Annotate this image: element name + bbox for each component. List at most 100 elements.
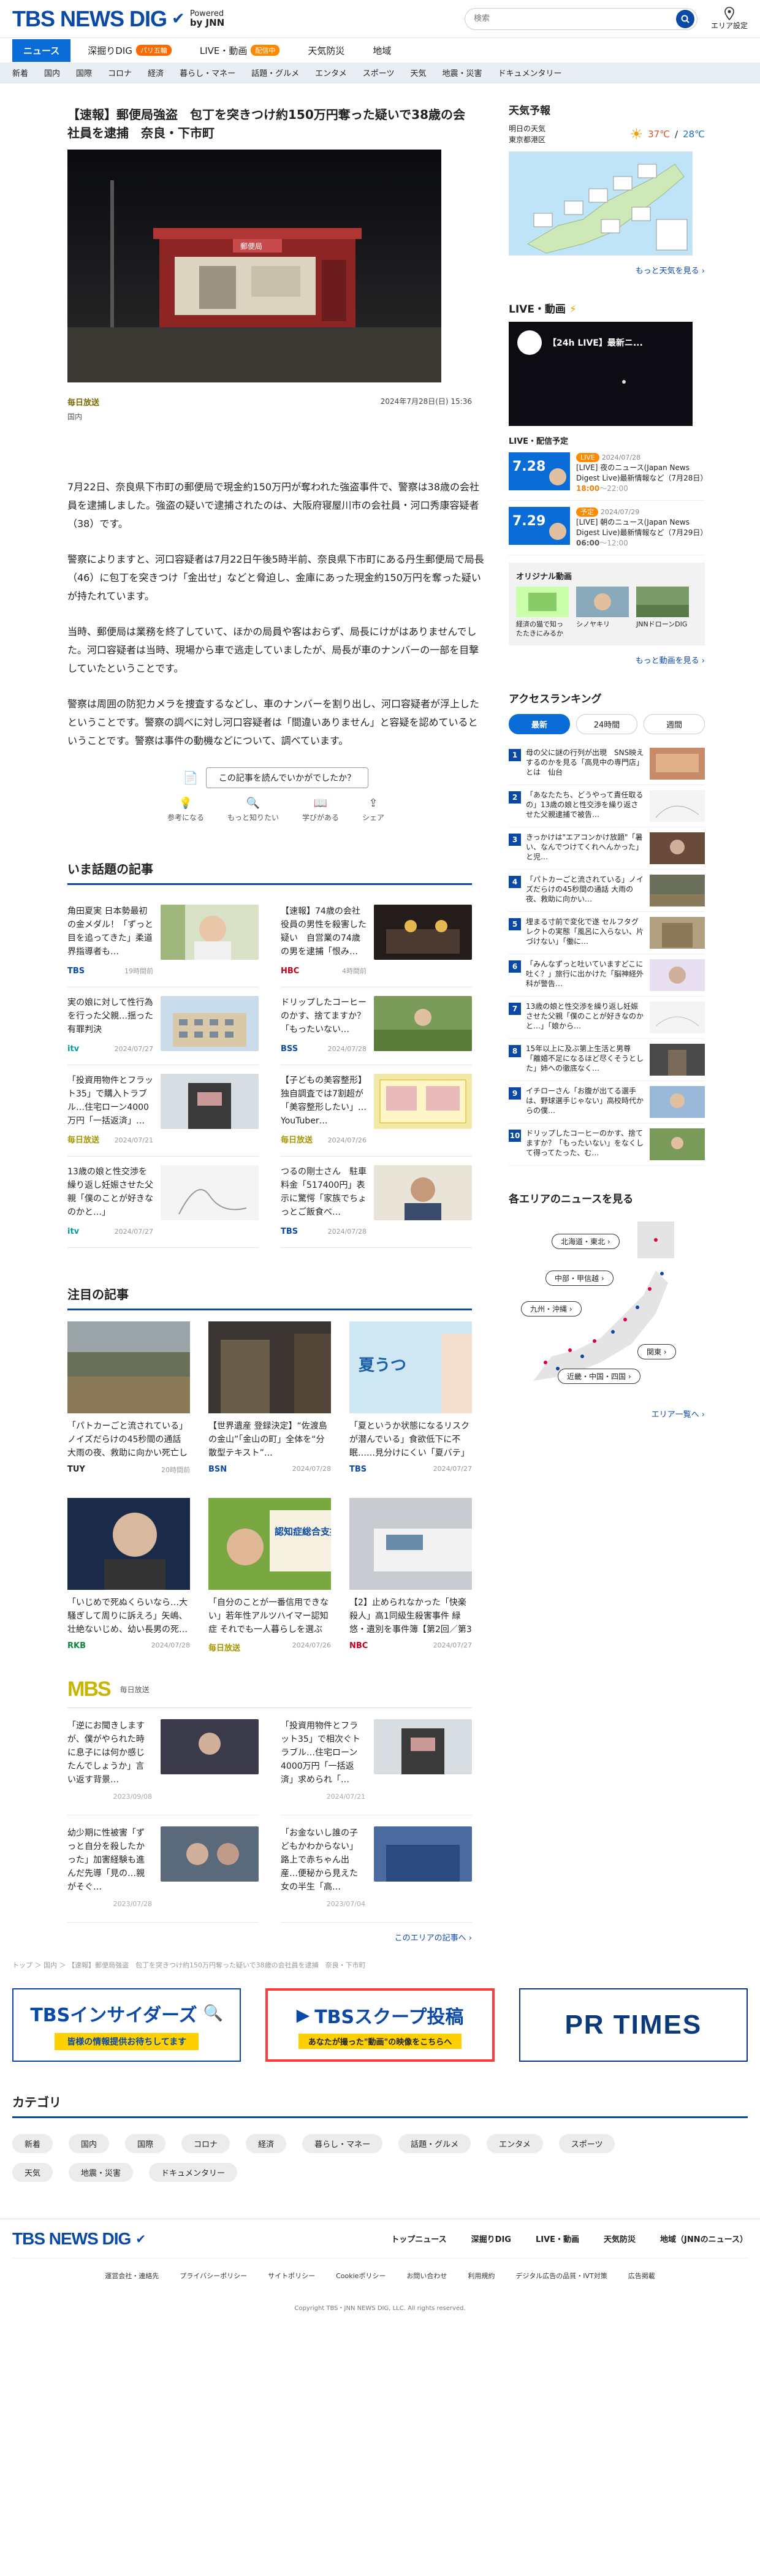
cat-link[interactable]: 経済 [148,67,164,78]
cat-link[interactable]: スポーツ [363,67,395,78]
topic-item[interactable]: つるの剛士さん 駐車料金「517400円」表示に驚愕「家族でちょっとご飯食べ… T… [281,1157,472,1248]
original-item[interactable]: 経済の猫で知ったたきにみるか [516,587,569,638]
weather-location[interactable]: 東京都港区 [509,134,545,145]
ranking-item[interactable]: 6 「みんなずっと吐いていますどこに吐く？」旅行に出かけた「脳神経外科が警告… [509,954,705,997]
footer-link[interactable]: Cookieポリシー [336,2271,386,2281]
cat-link[interactable]: 国内 [44,67,60,78]
cat-link[interactable]: ドキュメンタリー [498,67,562,78]
prtimes-banner[interactable]: PR TIMES [519,1988,748,2062]
featured-item[interactable]: 夏うつ 「夏というか状態になるリスクが潜んでいる」食欲低下に不眠……見分けにくい… [349,1321,472,1475]
ranking-item[interactable]: 5 埋まる寸前で変化で遂 セルフタグレクトの実態「風呂に入らない、片づけない」「働… [509,912,705,954]
topic-item[interactable]: 【速報】74歳の会社役員の男性を殺害した疑い 自営業の74歳の男を逮捕「恨み… H… [281,896,472,987]
mbs-item[interactable]: 「投資用物件とフラット35」で相次ぐトラブル…住宅ローン4000万円「一括返済」… [281,1708,472,1815]
featured-item[interactable]: 【世界遺産 登録決定】“佐渡島の金山”「金山の町」全体を“分散型テキスト”… B… [208,1321,331,1475]
live-program[interactable]: 7.28 LIVE 2024/07/28 [LIVE] 夜のニュース(Japan … [509,446,707,501]
category-pill[interactable]: スポーツ [558,2134,615,2153]
ranking-item[interactable]: 10 ドリップしたコーヒーのかす、捨てますか？「もったいない」をなくして得ってたっ… [509,1123,705,1166]
category-pill[interactable]: 国際 [125,2134,166,2153]
topic-item[interactable]: 【子どもの美容整形】独自調査では7割超が「美容整形したい」…YouTuber… 毎… [281,1065,472,1157]
live-more-link[interactable]: もっと動画を見る › [509,654,705,666]
cat-link[interactable]: 新着 [12,67,28,78]
mbs-item[interactable]: 「逆にお聞きしますが、僕がやられた時に息子には何か感じたんでしょうか」言い返す背… [67,1708,259,1815]
category-pill[interactable]: 経済 [246,2134,287,2153]
insiders-banner[interactable]: TBSインサイダーズ 🔍 皆様の情報提供お待ちしてます [12,1988,241,2062]
live-player[interactable]: 【24h LIVE】最新ニ... [509,322,693,426]
ranking-item[interactable]: 3 きっかけは"エアコンかけ放題"「暑い、なんでつけてくれへんかった」と児… [509,827,705,870]
footer-nav-link[interactable]: 天気防災 [604,2233,636,2244]
category-pill[interactable]: 新着 [12,2134,53,2153]
area-setting-button[interactable]: エリア設定 [711,7,748,31]
tab-weather[interactable]: 天気防災 [297,39,355,62]
footer-link[interactable]: デジタル広告の品質・IVT対策 [515,2271,607,2281]
breadcrumb[interactable]: トップ ＞ 国内 ＞ 【速報】郵便局強盗 包丁を突きつけ約150万円奪った疑いで… [0,1943,760,1970]
topic-item[interactable]: ドリップしたコーヒーのかす、捨てますか？「もったいない… BSS 2024/07/2… [281,987,472,1065]
category-pill[interactable]: コロナ [181,2134,230,2153]
original-item[interactable]: シノヤキリ [576,587,629,638]
topic-item[interactable]: 角田夏実 日本勢最初の金メダル！「ずっと目を追ってきた」柔道界指導者も… TBS 1… [67,896,259,987]
category-pill[interactable]: エンタメ [487,2134,543,2153]
footer-nav-link[interactable]: 深掘りDIG [471,2233,511,2244]
mbs-item[interactable]: 幼少期に性被害「ずっと自分を殺したかった」加害経験も進んだ先導「見の…親がそぐ…… [67,1815,259,1923]
footer-nav-link[interactable]: トップニュース [391,2233,446,2244]
ranking-item[interactable]: 7 13歳の娘と性交渉を繰り返し妊娠させた父親「僕のことが好きなのかと…」「娘から… [509,997,705,1039]
featured-item[interactable]: 【2】止められなかった「快楽殺人」高1同級生殺害事件 緑悠・遺別を事件簿【第2回… [349,1498,472,1653]
weather-map[interactable] [509,151,693,256]
footer-link[interactable]: サイトポリシー [268,2271,315,2281]
footer-nav-link[interactable]: LIVE・動画 [536,2233,579,2244]
category-pill[interactable]: ドキュメンタリー [149,2163,238,2182]
cat-link[interactable]: 地震・災害 [443,67,482,78]
cat-link[interactable]: 話題・グルメ [251,67,299,78]
live-program[interactable]: 7.29 予定 2024/07/29 [LIVE] 朝のニュース(Japan Ne… [509,501,707,555]
ranking-item[interactable]: 8 15年以上に及ぶ第上生活と男尊「離婚不足になるほど尽くそうとした」姉への徹底な… [509,1039,705,1081]
cat-link[interactable]: 天気 [410,67,426,78]
reaction-useful-button[interactable]: 💡 参考になる [167,797,204,823]
featured-item[interactable]: 認知症総合支援 期待と課題 「自分のことが一番信用できない」若年性アルツハイマー… [208,1498,331,1653]
area-kinki[interactable]: 近畿・中国・四国 › [558,1369,640,1384]
cat-link[interactable]: 国際 [76,67,92,78]
ranking-item[interactable]: 2 「あなたたち、どうやって責任取るの」13歳の娘と性交渉を繰り返させた父親逮捕で… [509,785,705,827]
search-input[interactable] [473,14,676,23]
weather-more-link[interactable]: もっと天気を見る › [509,264,705,276]
ranking-item[interactable]: 9 イチローさん「お腹が出てる選手は、野球選手じゃない」高校時代からの僕… [509,1081,705,1123]
footer-link[interactable]: 運営会社・連絡先 [105,2271,159,2281]
ranking-item[interactable]: 1 母の父に謎の行列が出現 SNS映えするのかを見る「高見中の専門店」とは 仙台 [509,743,705,785]
share-button[interactable]: ⇪ シェア [362,797,384,823]
topic-item[interactable]: 13歳の娘と性交渉を繰り返し妊娠させた父親「僕のことが好きなのかと…」 itv 20… [67,1157,259,1248]
ranking-tab-latest[interactable]: 最新 [509,714,570,734]
ranking-tab-weekly[interactable]: 週間 [644,714,705,734]
category-pill[interactable]: 国内 [69,2134,110,2153]
cat-link[interactable]: 暮らし・マネー [180,67,235,78]
footer-link[interactable]: 利用規約 [468,2271,495,2281]
featured-item[interactable]: 「パトカーごと流されている」ノイズだらけの45秒間の通話 大雨の夜、救助に向かい… [67,1321,190,1475]
original-item[interactable]: JNNドローンDIG [636,587,689,638]
tab-region[interactable]: 地域 [362,39,402,62]
search-icon[interactable] [675,9,694,28]
category-pill[interactable]: 天気 [12,2163,53,2182]
cat-link[interactable]: コロナ [108,67,132,78]
category-pill[interactable]: 話題・グルメ [398,2134,471,2153]
featured-item[interactable]: 「いじめで死ぬくらいなら…大騒ぎして周りに訴えろ」矢嶋、壮絶ないじめ、幼い長男の… [67,1498,190,1653]
site-logo[interactable]: TBS NEWS DIG ✔ Powered by JNN [12,6,224,32]
tab-news[interactable]: ニュース [12,39,71,62]
cat-link[interactable]: エンタメ [315,67,347,78]
topic-item[interactable]: 「投資用物件とフラット35」で購入トラブル…住宅ローン4000万円「一括返済」…… [67,1065,259,1157]
tab-dig[interactable]: 深掘りDIG パリ五輪 [77,39,183,62]
reaction-learn-button[interactable]: 📖 学びがある [302,797,339,823]
ranking-item[interactable]: 4 「パトカーごと流されている」ノイズだらけの45秒間の通話 大雨の夜、救助に向か… [509,870,705,912]
article-source[interactable]: 毎日放送 [67,396,99,408]
footer-nav-link[interactable]: 地域（JNNのニュース） [660,2233,748,2244]
ranking-tab-24h[interactable]: 24時間 [576,714,637,734]
area-kyushu[interactable]: 九州・沖縄 › [521,1301,582,1316]
topic-item[interactable]: 実の娘に対して性行為を行った父親…揺った有罪判決 itv 2024/07/27 [67,987,259,1065]
mbs-more-link[interactable]: このエリアの記事へ › [67,1931,472,1943]
category-pill[interactable]: 地震・災害 [69,2163,134,2182]
category-pill[interactable]: 暮らし・マネー [302,2134,383,2153]
tab-live[interactable]: LIVE・動画 配信中 [189,39,291,62]
mbs-item[interactable]: 「お金ないし誰の子どもかわからない」路上で赤ちゃん出産…便秘から見えた女の半生「… [281,1815,472,1923]
footer-link[interactable]: 広告掲載 [628,2271,655,2281]
footer-link[interactable]: お問い合わせ [406,2271,447,2281]
scoop-banner[interactable]: ▶ TBSスクープ投稿 あなたが撮った"動画"の映像をこちらへ [265,1988,495,2062]
area-more-link[interactable]: エリア一覧へ › [509,1408,705,1419]
area-hokkaido-tohoku[interactable]: 北海道・東北 › [552,1234,620,1249]
article-tag[interactable]: 国内 [67,411,472,422]
